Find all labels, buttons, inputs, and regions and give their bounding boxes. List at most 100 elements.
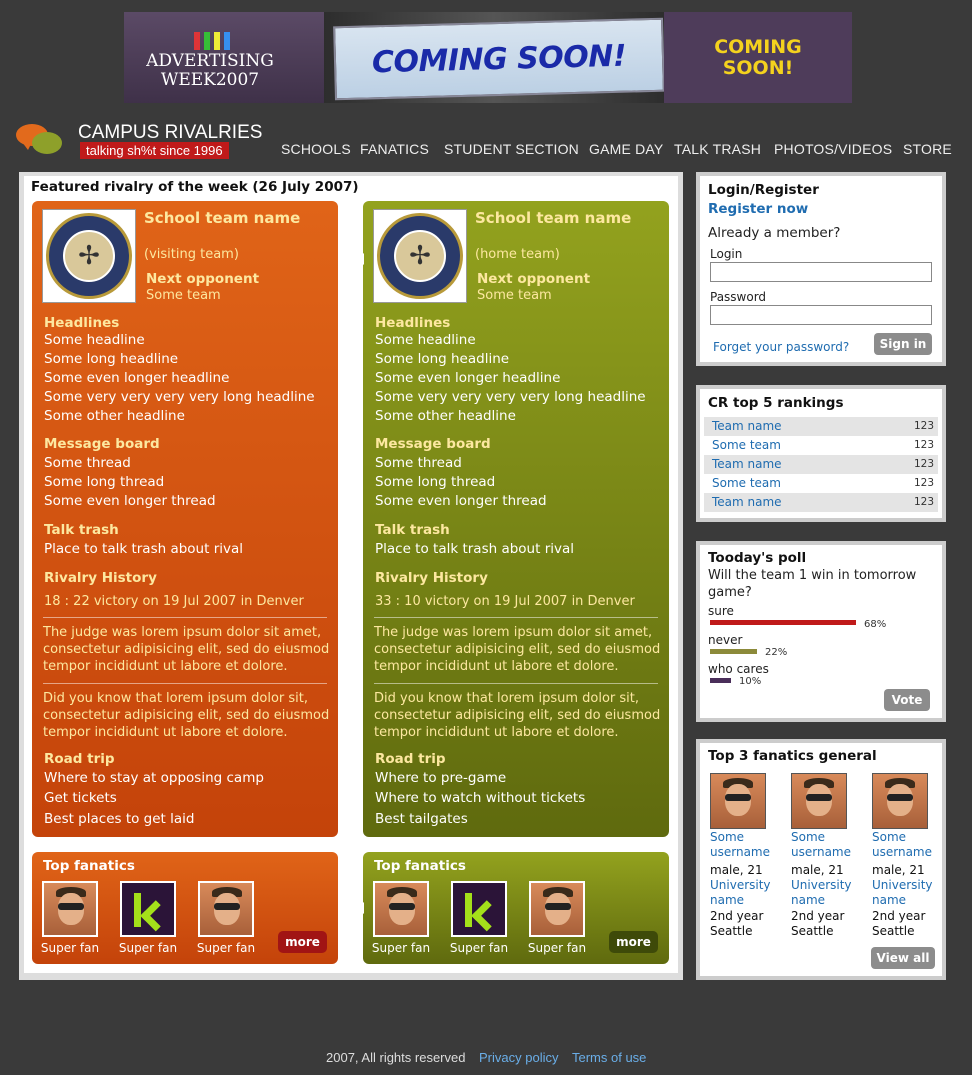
divider [43,683,327,684]
divider [374,683,658,684]
fan-thumbnail[interactable]: Super fan [197,881,255,955]
headline-link[interactable]: Some other headline [375,408,516,424]
password-input[interactable] [710,305,932,325]
password-label: Password [710,290,767,304]
headline-link[interactable]: Some even longer headline [375,370,560,386]
headline-link[interactable]: Some very very very very long headline [375,389,646,405]
ranking-row[interactable]: Team name 123 [704,455,938,474]
divider [374,617,658,618]
avatar [529,881,585,937]
ranking-row[interactable]: Some team 123 [704,474,938,493]
fanatic-username[interactable]: Some username [872,830,932,860]
register-link[interactable]: Register now [708,201,808,217]
fanatic-city: Seattle [872,924,915,938]
fanatic-username[interactable]: Some username [710,830,770,860]
road-trip-link[interactable]: Get tickets [44,790,117,806]
talk-trash-heading: Talk trash [375,522,450,538]
nav-fanatics[interactable]: FANATICS [360,141,429,157]
ranking-row[interactable]: Team name 123 [704,417,938,436]
poll-option-label[interactable]: who cares [708,662,769,676]
sign-in-button[interactable]: Sign in [874,333,932,355]
headline-link[interactable]: Some very very very very long headline [44,389,315,405]
ranking-row[interactable]: Some team 123 [704,436,938,455]
thread-link[interactable]: Some long thread [44,474,164,490]
pixel-logo-icon [194,32,234,50]
road-trip-link[interactable]: Where to pre-game [375,770,506,786]
privacy-policy-link[interactable]: Privacy policy [479,1050,558,1065]
fan-thumbnail[interactable]: Super fan [119,881,177,955]
next-opponent-value[interactable]: Some team [146,288,221,303]
fan-thumbnail[interactable]: Super fan [372,881,430,955]
featured-rivalry-panel: Featured rivalry of the week (26 July 20… [19,172,683,980]
fanatic-university[interactable]: University name [710,878,771,908]
fan-thumbnail[interactable]: Super fan [528,881,586,955]
ranking-score: 123 [913,496,934,508]
team-name[interactable]: School team name [475,209,635,228]
forgot-password-link[interactable]: Forget your password? [713,340,849,354]
thread-link[interactable]: Some even longer thread [44,493,216,509]
thread-link[interactable]: Some long thread [375,474,495,490]
more-fans-button[interactable]: more [609,931,658,953]
talk-trash-link[interactable]: Place to talk trash about rival [44,541,243,557]
banner-right: COMING SOON! [664,12,852,103]
fanatic-info: male, 21 [872,863,925,877]
vs-pointer [338,902,345,914]
team-name[interactable]: School team name [144,209,304,228]
fanatic-username[interactable]: Some username [791,830,851,860]
thread-link[interactable]: Some thread [375,455,462,471]
road-trip-link[interactable]: Best tailgates [375,811,468,827]
fanatic-card[interactable]: Some username male, 21 University name 2… [710,773,771,939]
thread-link[interactable]: Some even longer thread [375,493,547,509]
propeller-icon: ✢ [63,230,115,282]
terms-of-use-link[interactable]: Terms of use [572,1050,646,1065]
thread-link[interactable]: Some thread [44,455,131,471]
ranking-team[interactable]: Team name [712,419,782,433]
fanatic-card[interactable]: Some username male, 21 University name 2… [791,773,852,939]
school-crest[interactable]: ✢ [42,209,136,303]
next-opponent-value[interactable]: Some team [477,288,552,303]
fan-thumbnail[interactable]: Super fan [450,881,508,955]
headline-link[interactable]: Some even longer headline [44,370,229,386]
ranking-team[interactable]: Some team [712,476,781,490]
fact-paragraph: Did you know that lorem ipsum dolor sit,… [43,691,330,740]
headline-link[interactable]: Some long headline [44,351,178,367]
ranking-team[interactable]: Team name [712,495,782,509]
poll-question: Will the team 1 win in tomorrow game? [708,568,917,600]
headline-link[interactable]: Some long headline [375,351,509,367]
nav-schools[interactable]: SCHOOLS [281,141,351,157]
ranking-team[interactable]: Team name [712,457,782,471]
ranking-row[interactable]: Team name 123 [704,493,938,512]
ranking-team[interactable]: Some team [712,438,781,452]
road-trip-link[interactable]: Best places to get laid [44,811,194,827]
fanatic-university[interactable]: University name [791,878,852,908]
advertising-banner[interactable]: ADVERTISING WEEK2007 COMING SOON! COMING… [124,12,852,103]
k-logo-avatar [451,881,507,937]
avatar[interactable] [872,773,928,829]
avatar[interactable] [791,773,847,829]
fanatic-university[interactable]: University name [872,878,933,908]
nav-talk-trash[interactable]: TALK TRASH [674,141,761,157]
more-fans-button[interactable]: more [278,931,327,953]
road-trip-heading: Road trip [375,751,446,767]
top-fanatics-title: Top 3 fanatics general [708,748,877,764]
nav-student-section[interactable]: STUDENT SECTION [444,141,579,157]
fan-thumbnail[interactable]: Super fan [41,881,99,955]
avatar[interactable] [710,773,766,829]
nav-game-day[interactable]: GAME DAY [589,141,663,157]
poll-option-label[interactable]: sure [708,604,734,618]
road-trip-link[interactable]: Where to stay at opposing camp [44,770,264,786]
poll-option-label[interactable]: never [708,633,742,647]
headline-link[interactable]: Some headline [44,332,145,348]
school-crest[interactable]: ✢ [373,209,467,303]
headline-link[interactable]: Some other headline [44,408,185,424]
login-input[interactable] [710,262,932,282]
vote-button[interactable]: Vote [884,689,930,711]
talk-trash-link[interactable]: Place to talk trash about rival [375,541,574,557]
headline-link[interactable]: Some headline [375,332,476,348]
main-nav: SCHOOLS FANATICS STUDENT SECTION GAME DA… [0,141,972,161]
nav-photos-videos[interactable]: PHOTOS/VIDEOS [774,141,892,157]
road-trip-link[interactable]: Where to watch without tickets [375,790,585,806]
view-all-button[interactable]: View all [871,947,935,969]
nav-store[interactable]: STORE [903,141,952,157]
fanatic-card[interactable]: Some username male, 21 University name 2… [872,773,933,939]
